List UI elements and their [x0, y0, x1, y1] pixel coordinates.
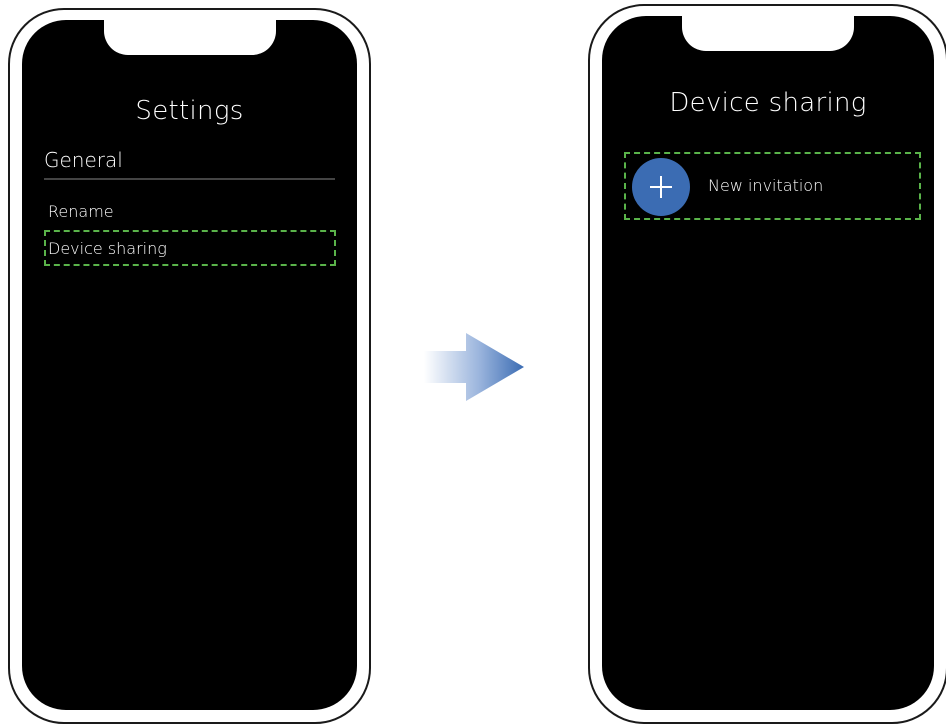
right-arrow-icon	[424, 333, 524, 401]
phone-frame-device-sharing: Device sharing New invitation	[588, 4, 946, 724]
device-sharing-screen: Device sharing New invitation	[602, 16, 934, 710]
menu-item-device-sharing[interactable]: Device sharing	[48, 239, 167, 258]
phone-frame-settings: Settings General Rename Device sharing	[8, 8, 371, 724]
tutorial-stage: Settings General Rename Device sharing D…	[0, 0, 946, 726]
phone-notch	[103, 20, 276, 55]
highlight-new-invitation: New invitation	[624, 152, 921, 220]
section-header-general: General	[44, 148, 335, 180]
settings-screen: Settings General Rename Device sharing	[22, 20, 357, 710]
menu-item-rename[interactable]: Rename	[48, 202, 114, 221]
highlight-device-sharing: Device sharing	[44, 230, 336, 266]
plus-icon[interactable]	[632, 158, 690, 216]
page-title: Settings	[135, 96, 244, 126]
new-invitation-label[interactable]: New invitation	[708, 176, 823, 195]
page-title: Device sharing	[669, 88, 867, 118]
phone-notch	[682, 16, 854, 51]
